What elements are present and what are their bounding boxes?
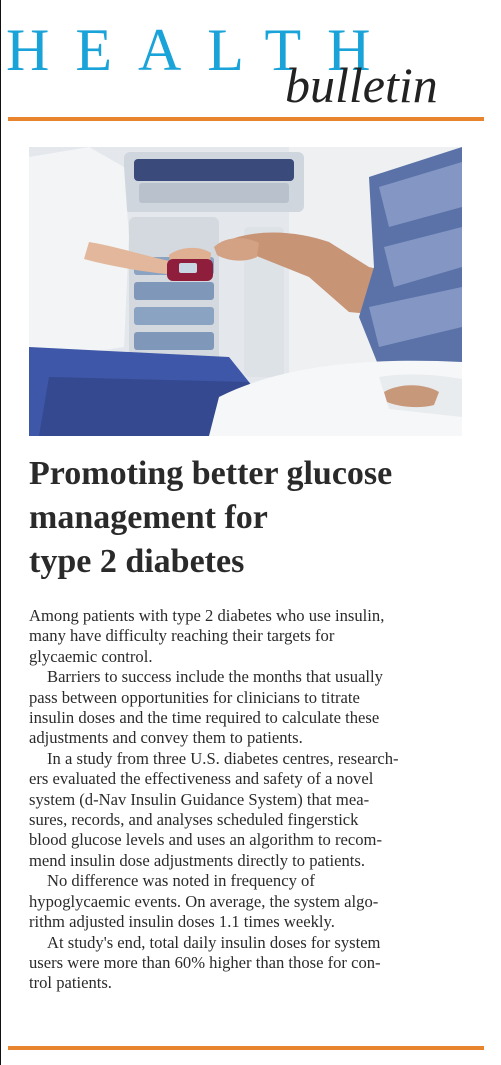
article-headline: Promoting better glucose management for …	[29, 452, 479, 584]
article-line: adjustments and convey them to patients.	[29, 728, 303, 748]
article-line: users were more than 60% higher than tho…	[29, 952, 381, 972]
headline-line: type 2 diabetes	[29, 543, 245, 580]
article-line: glycaemic control.	[29, 646, 153, 666]
article-body: Among patients with type 2 diabetes who …	[29, 606, 479, 994]
article-line: No difference was noted in frequency of	[47, 871, 315, 891]
article-line: In a study from three U.S. diabetes cent…	[47, 748, 399, 768]
clinician-testing-patient-glucose-photo	[29, 147, 462, 436]
bottom-orange-rule	[8, 1046, 484, 1050]
article-line: many have difficulty reaching their targ…	[29, 626, 335, 646]
article-line: insulin doses and the time required to c…	[29, 708, 380, 728]
article-line: mend insulin dose adjustments directly t…	[29, 850, 365, 870]
article-line: rithm adjusted insulin doses 1.1 times w…	[29, 912, 335, 932]
left-border	[0, 0, 1, 1065]
article-line: trol patients.	[29, 973, 112, 993]
masthead-title-bulletin: bulletin	[285, 57, 438, 113]
article-line: sures, records, and analyses scheduled f…	[29, 810, 359, 830]
article-line: pass between opportunities for clinician…	[29, 687, 360, 707]
article-line: Barriers to success include the months t…	[47, 667, 383, 687]
article-line: hypoglycaemic events. On average, the sy…	[29, 891, 379, 911]
top-orange-rule	[8, 117, 484, 121]
article-line: At study's end, total daily insulin dose…	[47, 932, 381, 952]
headline-line: Promoting better glucose	[29, 455, 393, 492]
headline-line: management for	[29, 499, 268, 536]
article-line: system (d-Nav Insulin Guidance System) t…	[29, 789, 370, 809]
bulletin-page: HEALTH bulletin Promoting better glucose…	[0, 0, 501, 1065]
article-line: ers evaluated the effectiveness and safe…	[29, 769, 374, 789]
article-line: Among patients with type 2 diabetes who …	[29, 606, 385, 625]
article-line: blood glucose levels and uses an algorit…	[29, 830, 382, 850]
